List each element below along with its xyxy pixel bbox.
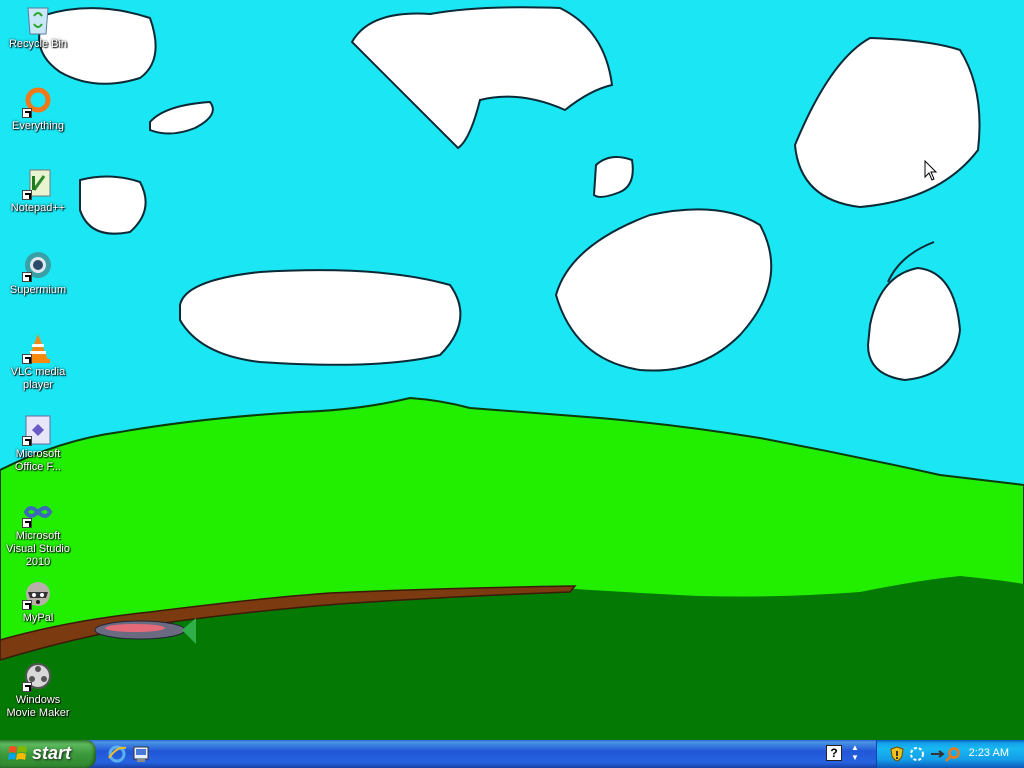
- mouse-cursor-icon: [924, 160, 938, 181]
- vlc-cone-icon: [22, 332, 54, 364]
- desktop-icon-label: VLC media player: [10, 366, 66, 391]
- visual-studio-infinity-icon: [22, 496, 54, 528]
- start-label: start: [32, 743, 72, 763]
- desktop-icon-label: Supermium: [9, 284, 67, 296]
- shortcut-arrow-icon: [22, 600, 32, 610]
- desktop-icon-office[interactable]: Microsoft Office F...: [0, 412, 76, 474]
- office-document-icon: [22, 414, 54, 446]
- taskbar: start ? ▲ ▼ 2:23 AM: [0, 740, 1024, 768]
- desktop-icon-label: Microsoft Office F...: [14, 448, 62, 473]
- everything-search-icon: [22, 86, 54, 118]
- tray-expand-chevron-icon[interactable]: ▲ ▼: [848, 743, 862, 765]
- supermium-browser-icon: [22, 250, 54, 282]
- network-icon[interactable]: [909, 746, 925, 762]
- help-icon[interactable]: ?: [826, 745, 842, 761]
- desktop-icon-everything[interactable]: Everything: [0, 84, 76, 133]
- desktop-icon-visual-studio[interactable]: Microsoft Visual Studio 2010: [0, 494, 76, 569]
- desktop-icon-label: Microsoft Visual Studio 2010: [5, 530, 70, 568]
- desktop-icon-mypal[interactable]: MyPal: [0, 576, 76, 625]
- desktop-icon-label: MyPal: [22, 612, 54, 624]
- desktop-icon-label: Everything: [12, 120, 64, 132]
- desktop-icon-label: Notepad++: [10, 202, 66, 214]
- recycle-bin-icon: [22, 4, 54, 36]
- security-shield-icon[interactable]: [889, 746, 905, 762]
- notepad-plus-plus-icon: [22, 168, 54, 200]
- search-icon[interactable]: [945, 746, 961, 762]
- desktop-icon-movie-maker[interactable]: Windows Movie Maker: [0, 658, 76, 720]
- desktop-icon-recycle-bin[interactable]: Recycle Bin: [0, 2, 76, 51]
- desktop-wallpaper: [0, 0, 1024, 740]
- desktop-icon-supermium[interactable]: Supermium: [0, 248, 76, 297]
- shortcut-arrow-icon: [22, 272, 32, 282]
- start-button[interactable]: start: [0, 740, 96, 768]
- desktop-icon-notepad-plus-plus[interactable]: Notepad++: [0, 166, 76, 215]
- shortcut-arrow-icon: [22, 682, 32, 692]
- volume-icon[interactable]: [929, 746, 945, 762]
- show-desktop-icon[interactable]: [131, 744, 151, 764]
- shortcut-arrow-icon: [22, 354, 32, 364]
- internet-explorer-icon[interactable]: [107, 744, 127, 764]
- shortcut-arrow-icon: [22, 518, 32, 528]
- windows-logo-icon: [8, 746, 27, 760]
- shortcut-arrow-icon: [22, 108, 32, 118]
- clock[interactable]: 2:23 AM: [969, 747, 1009, 759]
- shortcut-arrow-icon: [22, 436, 32, 446]
- system-tray: 2:23 AM: [876, 740, 1024, 768]
- desktop-icon-label: Windows Movie Maker: [6, 694, 70, 719]
- movie-maker-film-icon: [22, 660, 54, 692]
- shortcut-arrow-icon: [22, 190, 32, 200]
- mypal-raccoon-icon: [22, 578, 54, 610]
- desktop-icon-vlc[interactable]: VLC media player: [0, 330, 76, 392]
- desktop-icon-label: Recycle Bin: [8, 38, 68, 50]
